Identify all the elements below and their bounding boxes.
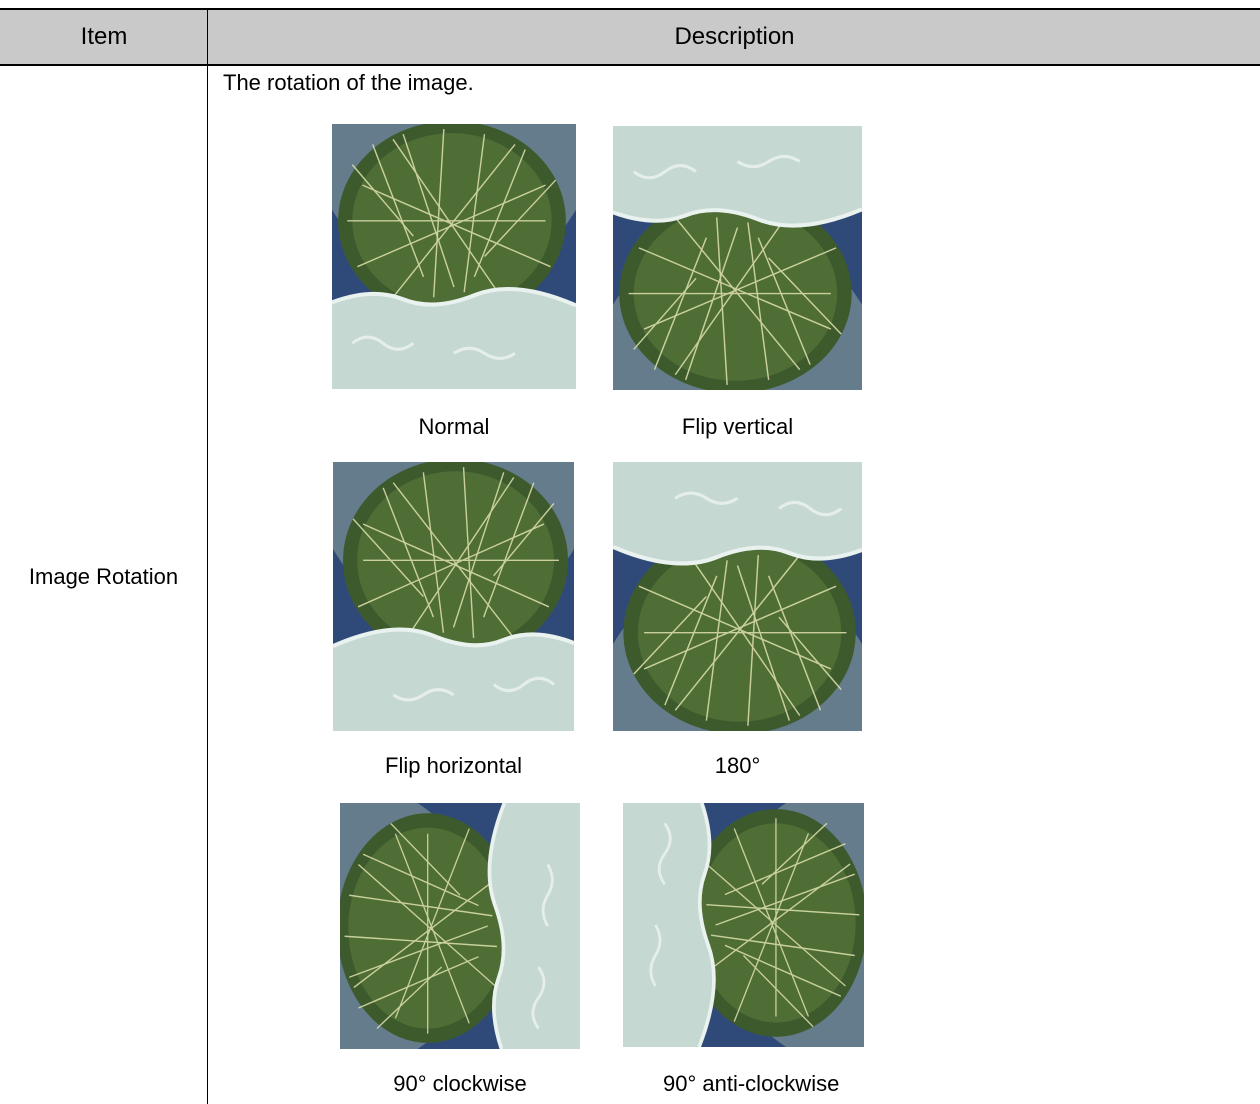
header-description: Description	[674, 23, 795, 50]
caption-normal: Normal	[418, 414, 490, 439]
cactus-photo-icon	[613, 126, 862, 390]
photo-normal	[332, 124, 576, 389]
caption-flip-vertical: Flip vertical	[681, 414, 794, 439]
photo-flip-vertical	[613, 126, 862, 390]
photo-rotate-90-clockwise	[340, 803, 580, 1049]
caption-flip-horizontal: Flip horizontal	[385, 753, 522, 778]
header-item: Item	[80, 23, 128, 50]
caption-rotate-90-clockwise: 90° clockwise	[393, 1071, 527, 1096]
photo-rotate-180	[613, 462, 862, 731]
column-divider	[207, 10, 208, 1104]
cactus-photo-icon	[333, 462, 574, 731]
cactus-photo-icon	[332, 124, 576, 389]
caption-rotate-180: 180°	[714, 753, 761, 778]
description-intro: The rotation of the image.	[223, 70, 474, 95]
header-rule	[0, 64, 1260, 66]
table-header: Item Description	[0, 10, 1260, 64]
cactus-photo-icon	[613, 462, 862, 731]
photo-flip-horizontal	[333, 462, 574, 731]
photo-rotate-90-anti-clockwise	[623, 803, 864, 1047]
cactus-photo-icon	[340, 803, 580, 1049]
cactus-photo-icon	[623, 803, 864, 1047]
caption-rotate-90-anti-clockwise: 90° anti-clockwise	[663, 1071, 840, 1096]
item-cell: Image Rotation	[28, 564, 179, 589]
